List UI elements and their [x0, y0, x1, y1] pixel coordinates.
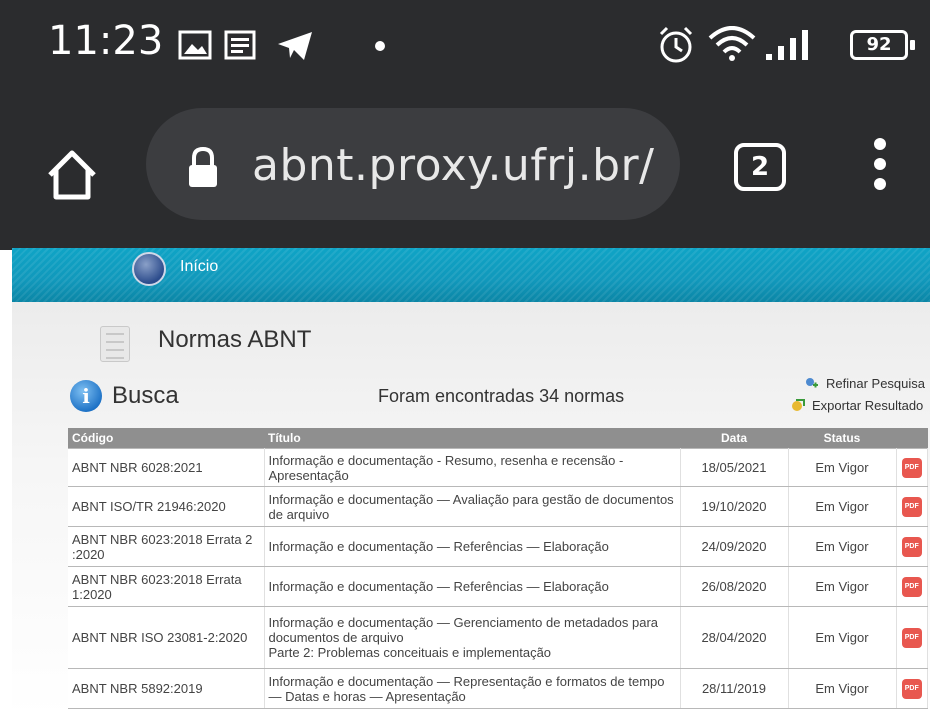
- cell-code[interactable]: ABNT NBR 6028:2021: [68, 448, 265, 487]
- cell-code[interactable]: ABNT ISO/TR 21946:2020: [68, 486, 265, 527]
- news-notification-icon: [224, 30, 256, 60]
- page-title: Normas ABNT: [158, 326, 312, 353]
- pdf-icon[interactable]: PDF: [901, 537, 922, 557]
- cell-date: 26/08/2020: [680, 566, 789, 607]
- cell-code[interactable]: ABNT NBR ISO 23081-2:2020: [68, 606, 265, 669]
- battery-level: 92: [866, 34, 892, 55]
- image-notification-icon: [178, 30, 212, 60]
- telegram-icon: [278, 32, 312, 60]
- cell-date: 28/11/2019: [680, 668, 789, 709]
- pdf-icon[interactable]: PDF: [901, 628, 922, 648]
- lock-icon: [189, 146, 217, 187]
- pdf-icon[interactable]: PDF: [901, 497, 922, 517]
- result-summary: Foram encontradas 34 normas: [378, 386, 625, 406]
- wifi-icon: [708, 26, 756, 61]
- export-results-link[interactable]: Exportar Resultado: [790, 398, 923, 413]
- cell-title[interactable]: Informação e documentação — Referências …: [264, 566, 681, 607]
- cell-status: Em Vigor: [788, 526, 897, 567]
- info-icon: i: [70, 380, 102, 412]
- cell-title[interactable]: Informação e documentação — Gerenciament…: [264, 606, 681, 669]
- cell-date: 18/05/2021: [680, 448, 789, 487]
- header-date[interactable]: Data: [680, 428, 788, 449]
- table-header-row: Código Título Data Status: [68, 428, 928, 449]
- signal-icon: [766, 30, 808, 60]
- cell-title-line2: Parte 2: Problemas conceituais e impleme…: [268, 645, 552, 660]
- battery-icon: 92: [850, 30, 908, 60]
- overflow-menu-button[interactable]: [868, 138, 892, 198]
- cell-date: 19/10/2020: [680, 486, 789, 527]
- table-row[interactable]: ABNT NBR 6023:2018 Errata 2 :2020 Inform…: [68, 526, 928, 567]
- pdf-icon[interactable]: PDF: [901, 679, 922, 699]
- cell-date: 24/09/2020: [680, 526, 789, 567]
- dot-notification-icon: [375, 41, 385, 51]
- pdf-icon[interactable]: PDF: [901, 577, 922, 597]
- cell-status: Em Vigor: [788, 668, 897, 709]
- cell-date: 28/04/2020: [680, 606, 789, 669]
- header-code[interactable]: Código: [68, 428, 264, 449]
- alarm-icon: [659, 26, 693, 63]
- header-title[interactable]: Título: [264, 428, 680, 449]
- url-text[interactable]: abnt.proxy.ufrj.br/: [252, 140, 654, 191]
- table-row[interactable]: ABNT NBR 6023:2018 Errata 1:2020 Informa…: [68, 566, 928, 607]
- home-icon[interactable]: [44, 147, 100, 203]
- cell-status: Em Vigor: [788, 486, 897, 527]
- table-row[interactable]: ABNT NBR ISO 23081-2:2020 Informação e d…: [68, 606, 928, 669]
- tab-switcher-button[interactable]: 2: [734, 143, 786, 191]
- clock: 11:23: [48, 18, 164, 64]
- export-icon: [792, 399, 805, 411]
- results-table: Código Título Data Status ABNT NBR 6028:…: [68, 428, 928, 709]
- section-title: Busca: [112, 382, 179, 409]
- cell-title-line1: Informação e documentação — Gerenciament…: [268, 615, 659, 645]
- cell-status: Em Vigor: [788, 448, 897, 487]
- refine-search-icon: [806, 378, 818, 388]
- cell-code[interactable]: ABNT NBR 6023:2018 Errata 1:2020: [68, 566, 265, 607]
- home-site-icon[interactable]: [132, 252, 166, 286]
- cell-status: Em Vigor: [788, 606, 897, 669]
- cell-code[interactable]: ABNT NBR 5892:2019: [68, 668, 265, 709]
- cell-title[interactable]: Informação e documentação — Representaçã…: [264, 668, 681, 709]
- table-row[interactable]: ABNT NBR 5892:2019 Informação e document…: [68, 668, 928, 709]
- pdf-icon[interactable]: PDF: [901, 458, 922, 478]
- cell-status: Em Vigor: [788, 566, 897, 607]
- cell-title[interactable]: Informação e documentação — Avaliação pa…: [264, 486, 681, 527]
- table-row[interactable]: ABNT ISO/TR 21946:2020 Informação e docu…: [68, 486, 928, 527]
- header-pdf: [896, 428, 928, 449]
- cell-title[interactable]: Informação e documentação - Resumo, rese…: [264, 448, 681, 487]
- nav-home-link[interactable]: Início: [180, 258, 218, 276]
- header-status[interactable]: Status: [788, 428, 896, 449]
- table-row[interactable]: ABNT NBR 6028:2021 Informação e document…: [68, 448, 928, 487]
- battery-tip: [910, 40, 915, 50]
- cell-code[interactable]: ABNT NBR 6023:2018 Errata 2 :2020: [68, 526, 265, 567]
- refine-search-link[interactable]: Refinar Pesquisa: [804, 376, 925, 391]
- cell-title[interactable]: Informação e documentação — Referências …: [264, 526, 681, 567]
- document-icon: [100, 326, 130, 362]
